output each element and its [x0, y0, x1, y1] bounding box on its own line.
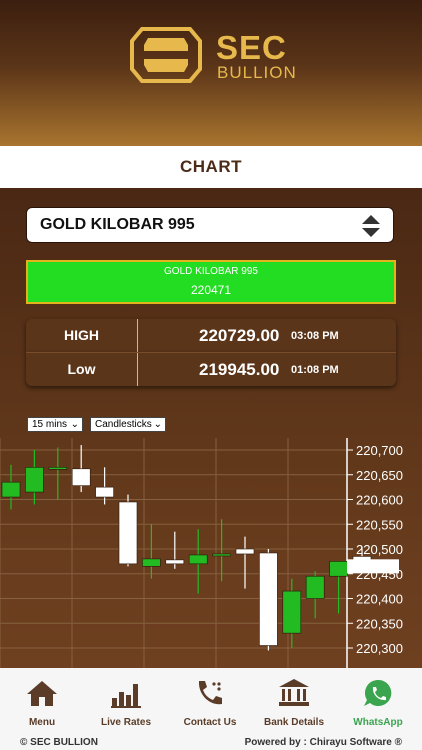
- candle: [212, 519, 231, 582]
- candle: [71, 445, 91, 493]
- candle: [95, 467, 114, 505]
- y-tick-label: 220,650: [356, 468, 403, 483]
- high-row: HIGH 220729.00 03:08 PM: [26, 319, 396, 352]
- home-icon: [27, 681, 57, 706]
- brand-logo: SEC BULLION: [130, 27, 305, 87]
- whatsapp-icon: [364, 679, 392, 706]
- candle: [235, 536, 255, 589]
- candle-body: [212, 553, 231, 557]
- candle: [282, 578, 302, 648]
- candle-body: [142, 558, 161, 567]
- y-tick-label: 220,600: [356, 493, 403, 508]
- y-tick-label: 220,300: [356, 641, 403, 656]
- nav-bank-details[interactable]: Bank Details: [252, 668, 336, 734]
- bank-icon: [279, 679, 309, 706]
- candle-body: [95, 486, 114, 498]
- candle: [142, 524, 161, 579]
- candle-body: [305, 575, 325, 599]
- up-down-arrows-icon: [362, 215, 380, 237]
- nav-label: Menu: [28, 717, 56, 728]
- candle-body: [259, 552, 278, 646]
- low-label: Low: [26, 353, 138, 386]
- y-tick-label: 220,550: [356, 517, 403, 532]
- live-price-ticker: GOLD KILOBAR 995 220471: [26, 260, 396, 304]
- candle: [1, 464, 21, 510]
- nav-live-rates[interactable]: Live Rates: [84, 668, 168, 734]
- chart-style-select-value: Candlesticks: [95, 419, 152, 430]
- candle: [329, 561, 348, 614]
- high-value: 220729.00: [199, 326, 280, 345]
- y-tick-label: 220,700: [356, 443, 403, 458]
- nav-label: WhatsApp: [353, 717, 403, 728]
- candle: [25, 450, 44, 505]
- low-time: 01:08 PM: [291, 364, 339, 376]
- interval-select[interactable]: 15 mins ⌄: [27, 417, 83, 432]
- candle-body: [48, 467, 68, 470]
- nav-whatsapp[interactable]: WhatsApp: [336, 668, 420, 734]
- brand-subtitle: BULLION: [217, 63, 297, 82]
- y-tick-label: 220,350: [356, 616, 403, 631]
- ticker-price: 220471: [190, 283, 232, 297]
- copyright-text: © SEC BULLION: [20, 737, 98, 748]
- nav-contact-us[interactable]: Contact Us: [168, 668, 252, 734]
- product-select-value: GOLD KILOBAR 995: [40, 216, 195, 233]
- y-tick-label: 220,500: [356, 542, 403, 557]
- chevron-down-icon: ⌄: [153, 419, 162, 430]
- candle-body: [25, 467, 44, 493]
- interval-select-value: 15 mins: [32, 419, 68, 430]
- candle-body: [235, 548, 255, 555]
- product-select[interactable]: GOLD KILOBAR 995: [26, 207, 394, 243]
- chevron-down-icon: ⌄: [70, 419, 79, 430]
- nav-label: Contact Us: [183, 717, 237, 728]
- bar-chart-icon: [111, 684, 141, 708]
- candle-body: [282, 590, 302, 634]
- candle-body: [188, 554, 208, 565]
- brand-name: SEC: [216, 29, 287, 66]
- powered-by-text: Powered by : Chirayu Software ®: [244, 737, 402, 748]
- last-price-marker: [347, 559, 399, 574]
- candlestick-chart[interactable]: 220,700 220,650 220,600 220,550 220,500 220,4…: [0, 438, 422, 668]
- nav-menu[interactable]: Menu: [0, 668, 84, 734]
- candle-body: [1, 481, 21, 498]
- chart-style-select[interactable]: Candlesticks ⌄: [90, 417, 166, 432]
- y-tick-label: 220,400: [356, 592, 403, 607]
- candle-body: [118, 501, 138, 565]
- candle-body: [329, 561, 348, 577]
- chart-screen: GOLD KILOBAR 995 GOLD KILOBAR 995 220471…: [0, 188, 422, 668]
- low-row: Low 219945.00 01:08 PM: [26, 352, 396, 386]
- high-time: 03:08 PM: [291, 330, 339, 342]
- candle: [165, 531, 185, 569]
- candle: [48, 447, 68, 500]
- candle: [259, 549, 278, 651]
- nav-label: Bank Details: [263, 717, 325, 728]
- bottom-nav: Menu Live Rates Contact Us Bank Details …: [0, 668, 422, 750]
- ticker-product-name: GOLD KILOBAR 995: [164, 266, 258, 277]
- low-value: 219945.00: [199, 360, 280, 379]
- page-title: CHART: [180, 157, 242, 176]
- candle: [118, 494, 138, 567]
- high-label: HIGH: [26, 319, 138, 352]
- candle: [305, 571, 325, 619]
- candle: [188, 529, 208, 594]
- page-title-bar: CHART: [0, 146, 422, 188]
- logo-icon: [130, 27, 202, 83]
- nav-label: Live Rates: [100, 717, 152, 728]
- app-header: SEC BULLION: [0, 0, 422, 146]
- candle-body: [165, 559, 185, 565]
- candle-body: [71, 468, 91, 486]
- phone-icon: [198, 681, 222, 705]
